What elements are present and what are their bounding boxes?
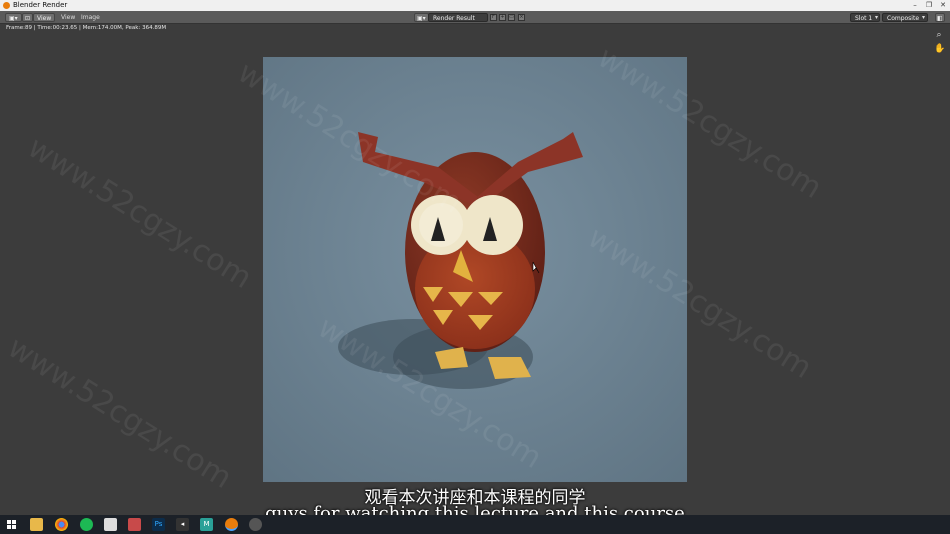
mail-icon[interactable] bbox=[128, 518, 141, 531]
chrome-icon[interactable] bbox=[55, 518, 68, 531]
maya-icon[interactable]: M bbox=[200, 518, 213, 531]
zoom-icon[interactable]: ⌕ bbox=[934, 30, 944, 40]
visual-studio-icon[interactable]: ◂ bbox=[176, 518, 189, 531]
windows-taskbar: Ps ◂ M bbox=[0, 515, 950, 534]
render-result-image bbox=[263, 57, 687, 482]
display-channels-icon[interactable]: ◧ bbox=[935, 13, 945, 22]
watermark: www.52cgzy.com bbox=[1, 330, 238, 496]
file-explorer-icon[interactable] bbox=[30, 518, 43, 531]
window-title: Blender Render bbox=[13, 1, 68, 9]
view-dropdown[interactable]: View bbox=[33, 13, 56, 22]
fake-user-icon[interactable]: F bbox=[490, 14, 497, 21]
owl-render bbox=[263, 57, 687, 482]
image-editor-header: ▣▾ ⊡ View View Image ▣▾ Render Result F … bbox=[0, 11, 950, 24]
image-name-field[interactable]: Render Result bbox=[428, 13, 488, 22]
photoshop-icon[interactable]: Ps bbox=[152, 518, 165, 531]
render-stats: Frame:89 | Time:00:23.65 | Mem:174.00M, … bbox=[6, 25, 167, 31]
editor-type-button[interactable]: ▣▾ bbox=[5, 13, 22, 22]
view-mode-icon[interactable]: ⊡ bbox=[22, 13, 34, 22]
spotify-icon[interactable] bbox=[80, 518, 93, 531]
app-icon[interactable] bbox=[104, 518, 117, 531]
window-title-bar: Blender Render – ❐ ✕ bbox=[0, 0, 950, 11]
open-image-icon[interactable]: ▭ bbox=[508, 14, 515, 21]
view-menu[interactable]: View bbox=[61, 11, 75, 24]
close-button[interactable]: ✕ bbox=[936, 0, 950, 11]
watermark: www.52cgzy.com bbox=[21, 130, 258, 296]
right-eye bbox=[463, 195, 523, 255]
restore-button[interactable]: ❐ bbox=[922, 0, 936, 11]
recorder-icon[interactable] bbox=[249, 518, 262, 531]
pan-hand-icon[interactable]: ✋ bbox=[934, 44, 945, 54]
new-image-icon[interactable]: + bbox=[499, 14, 506, 21]
windows-start-icon[interactable] bbox=[5, 518, 18, 531]
unlink-image-icon[interactable]: × bbox=[518, 14, 525, 21]
slot-chevron-icon: ▾ bbox=[875, 14, 879, 21]
pass-chevron-icon: ▾ bbox=[922, 14, 926, 21]
blender-app-icon bbox=[3, 2, 10, 9]
minimize-button[interactable]: – bbox=[908, 0, 922, 11]
blender-icon[interactable] bbox=[225, 518, 238, 531]
image-browse-icon[interactable]: ▣▾ bbox=[414, 13, 429, 22]
image-menu[interactable]: Image bbox=[81, 11, 100, 24]
